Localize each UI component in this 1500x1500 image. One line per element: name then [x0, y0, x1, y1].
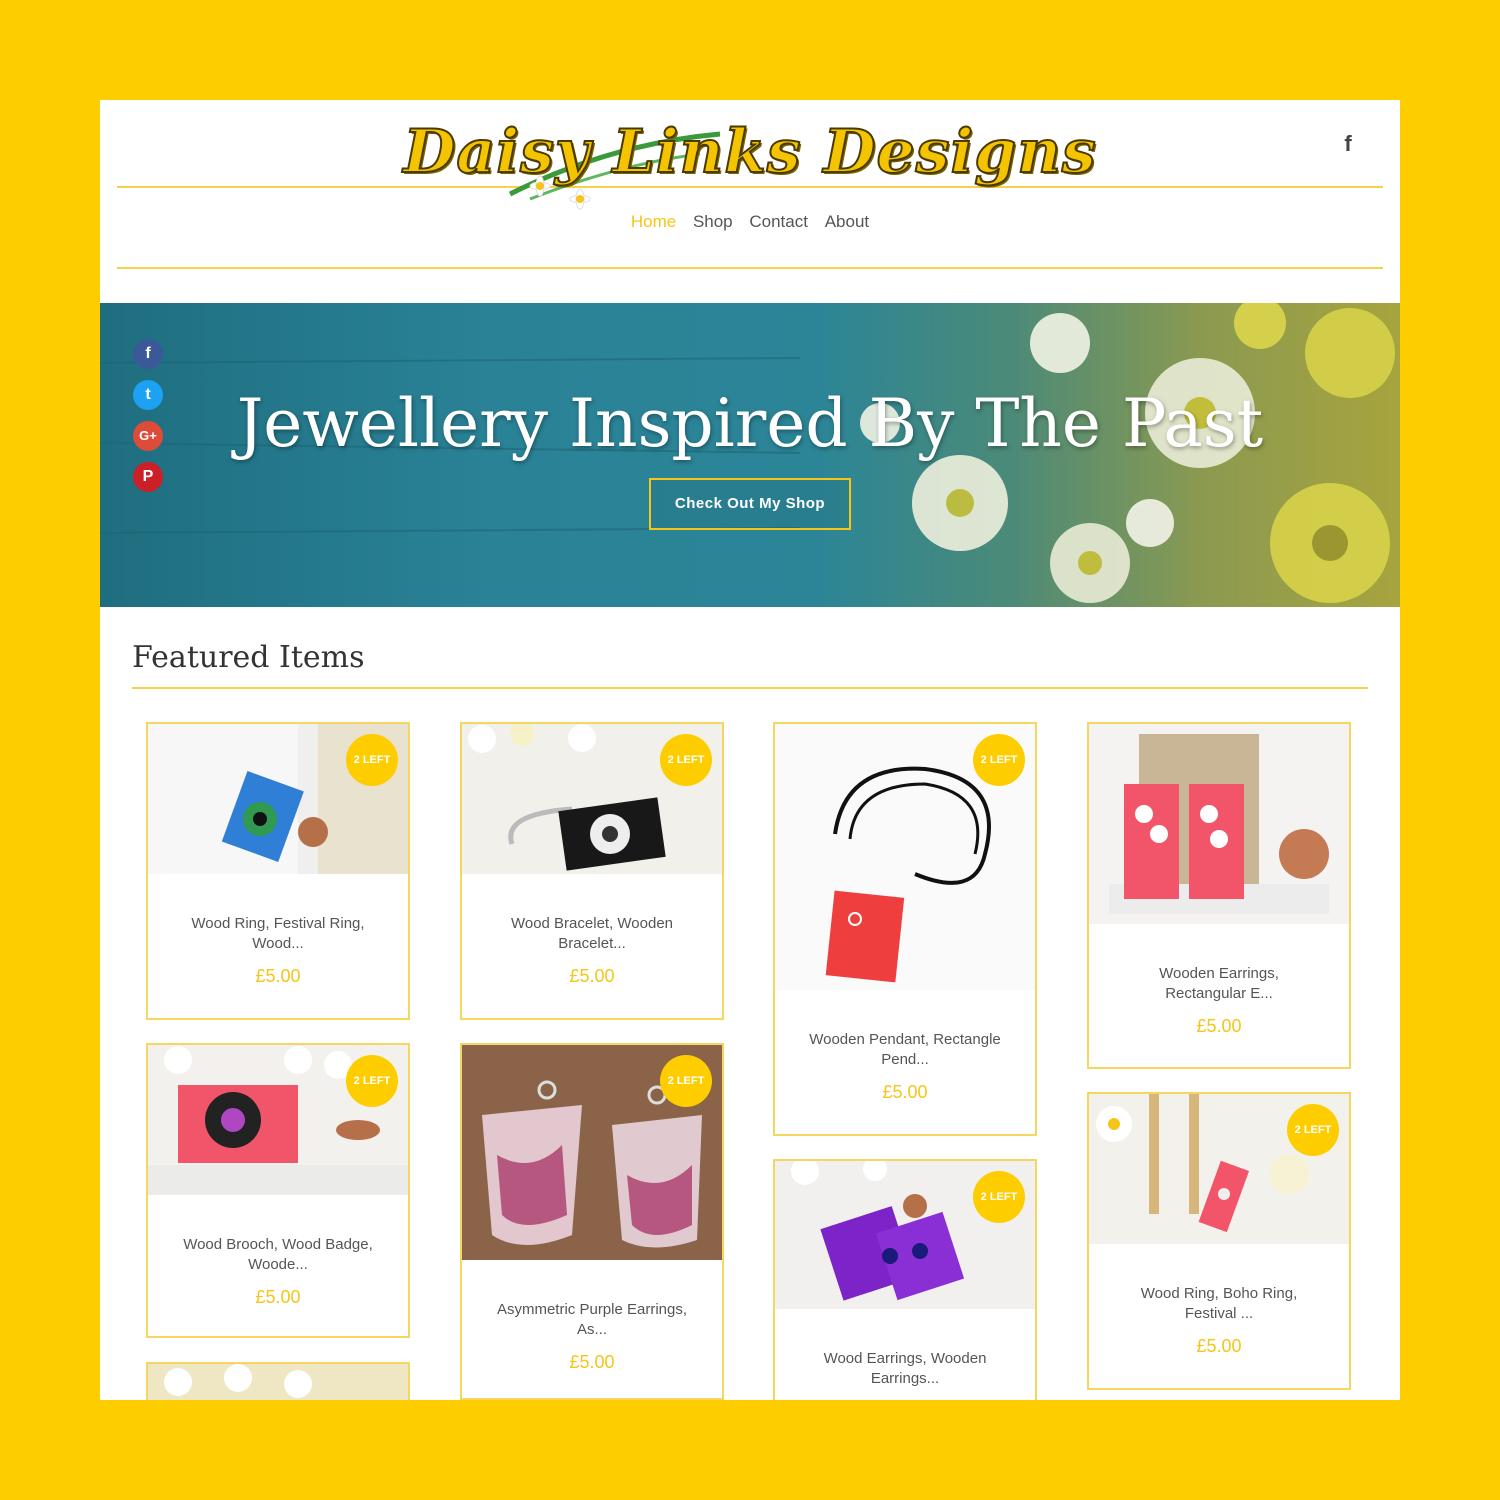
product-card[interactable]: 2 LEFT Wooden Pendant, Rectangle Pend...… [773, 722, 1037, 1136]
nav-item-contact[interactable]: Contact [749, 212, 808, 232]
product-name[interactable]: Wooden Earrings, Rectangular E... [1089, 964, 1349, 1004]
product-image: 2 LEFT [462, 1045, 722, 1260]
product-image: 2 LEFT [148, 1045, 408, 1195]
check-out-shop-button[interactable]: Check Out My Shop [649, 478, 851, 530]
product-image: 2 LEFT [775, 724, 1035, 990]
stock-badge: 2 LEFT [973, 734, 1025, 786]
stock-badge: 2 LEFT [346, 1055, 398, 1107]
product-name[interactable]: Wood Brooch, Wood Badge, Woode... [148, 1235, 408, 1275]
logo-text: Daisy Links Designs [402, 116, 1097, 188]
product-name[interactable]: Asymmetric Purple Earrings, As... [462, 1300, 722, 1340]
stock-badge: 2 LEFT [1287, 1104, 1339, 1156]
product-image: 2 LEFT [1089, 1094, 1349, 1244]
hero-banner: f t G+ P Jewellery Inspired By The Past … [100, 303, 1400, 607]
facebook-icon[interactable]: f [1336, 130, 1360, 158]
product-card[interactable]: 2 LEFT Wood Bracelet, Wooden Bracelet...… [460, 722, 724, 1020]
nav-divider [117, 267, 1383, 269]
product-price: £5.00 [1196, 1016, 1242, 1036]
product-price: £5.00 [255, 966, 301, 986]
product-image: 2 LEFT [462, 724, 722, 874]
product-image [1089, 724, 1349, 924]
nav-item-about[interactable]: About [825, 212, 869, 232]
product-card[interactable]: Wooden Earrings, Rectangular E... £5.00 [1087, 722, 1351, 1069]
product-card[interactable] [146, 1362, 410, 1400]
product-name[interactable]: Wooden Pendant, Rectangle Pend... [775, 1030, 1035, 1070]
product-image [148, 1364, 408, 1400]
page: Daisy Links Designs f Home Shop Contact … [100, 100, 1400, 1400]
product-card[interactable]: 2 LEFT Asymmetric Purple Earrings, As...… [460, 1043, 724, 1400]
product-card[interactable]: 2 LEFT Wood Brooch, Wood Badge, Woode...… [146, 1043, 410, 1338]
product-name[interactable]: Wood Ring, Boho Ring, Festival ... [1089, 1284, 1349, 1324]
featured-divider [132, 687, 1368, 689]
product-card[interactable]: 2 LEFT Wood Earrings, Wooden Earrings... [773, 1159, 1037, 1400]
product-price: £5.00 [255, 1287, 301, 1307]
product-name[interactable]: Wood Ring, Festival Ring, Wood... [148, 914, 408, 954]
product-image: 2 LEFT [148, 724, 408, 874]
stock-badge: 2 LEFT [346, 734, 398, 786]
product-card[interactable]: 2 LEFT Wood Ring, Boho Ring, Festival ..… [1087, 1092, 1351, 1390]
featured-title: Featured Items [132, 640, 365, 675]
product-price: £5.00 [1196, 1336, 1242, 1356]
main-nav: Home Shop Contact About [100, 212, 1400, 232]
product-name[interactable]: Wood Bracelet, Wooden Bracelet... [462, 914, 722, 954]
nav-item-shop[interactable]: Shop [693, 212, 733, 232]
product-name[interactable]: Wood Earrings, Wooden Earrings... [775, 1349, 1035, 1389]
product-price: £5.00 [882, 1082, 928, 1102]
product-price: £5.00 [569, 966, 615, 986]
stock-badge: 2 LEFT [660, 734, 712, 786]
product-price: £5.00 [569, 1352, 615, 1372]
stock-badge: 2 LEFT [660, 1055, 712, 1107]
facebook-icon[interactable]: f [133, 339, 163, 369]
pinterest-icon[interactable]: P [133, 462, 163, 492]
stock-badge: 2 LEFT [973, 1171, 1025, 1223]
product-card[interactable]: 2 LEFT Wood Ring, Festival Ring, Wood...… [146, 722, 410, 1020]
nav-item-home[interactable]: Home [631, 212, 676, 232]
product-image: 2 LEFT [775, 1161, 1035, 1309]
hero-title: Jewellery Inspired By The Past [236, 385, 1264, 462]
